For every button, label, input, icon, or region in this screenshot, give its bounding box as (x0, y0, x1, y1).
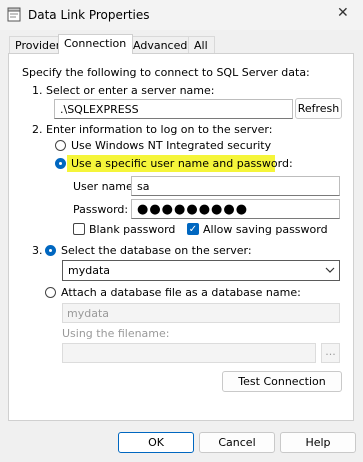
help-button[interactable]: Help (280, 432, 356, 453)
tab-advanced[interactable]: Advanced (127, 36, 195, 53)
blank-password-checkbox[interactable] (73, 223, 85, 235)
allow-saving-label: Allow saving password (203, 223, 328, 236)
allow-saving-checkbox[interactable]: ✓ (187, 223, 199, 235)
refresh-button[interactable]: Refresh (295, 98, 342, 119)
filename-label: Using the filename: (62, 327, 170, 340)
tab-all[interactable]: All (188, 36, 215, 53)
step1-label: 1. Select or enter a server name: (32, 84, 215, 97)
tab-connection[interactable]: Connection (58, 34, 134, 54)
windows-auth-radio[interactable] (55, 140, 66, 151)
select-db-radio[interactable] (45, 245, 56, 256)
blank-password-label: Blank password (89, 223, 176, 236)
browse-button[interactable]: ... (321, 343, 340, 363)
intro-text: Specify the following to connect to SQL … (22, 66, 310, 79)
data-link-app-icon (7, 7, 21, 22)
step2-label: 2. Enter information to log on to the se… (32, 123, 273, 136)
attach-db-label: Attach a database file as a database nam… (61, 286, 301, 299)
cancel-button[interactable]: Cancel (199, 432, 275, 453)
database-select[interactable]: mydata (62, 260, 340, 281)
chevron-down-icon (325, 267, 335, 273)
attach-name-input[interactable]: mydata (62, 303, 340, 323)
filename-input[interactable] (62, 343, 316, 363)
specific-user-label: Use a specific user name and password: (71, 157, 293, 170)
ok-button[interactable]: OK (118, 432, 194, 453)
server-name-input[interactable]: .\SQLEXPRESS (54, 99, 293, 119)
step3-number: 3. (32, 244, 43, 257)
password-input[interactable]: ●●●●●●●●● (131, 199, 340, 219)
window-title: Data Link Properties (28, 8, 150, 22)
attach-name-value: mydata (67, 307, 110, 320)
attach-db-radio[interactable] (45, 287, 56, 298)
specific-user-radio[interactable] (55, 158, 66, 169)
username-value: sa (137, 180, 150, 193)
username-label: User name: (73, 180, 137, 193)
password-label: Password: (73, 203, 129, 216)
windows-auth-label: Use Windows NT Integrated security (71, 139, 272, 152)
close-icon[interactable]: ✕ (337, 5, 349, 21)
test-connection-button[interactable]: Test Connection (222, 371, 342, 392)
password-value: ●●●●●●●●● (137, 202, 249, 217)
database-value: mydata (68, 264, 111, 277)
select-db-label: Select the database on the server: (61, 244, 252, 257)
server-name-value: .\SQLEXPRESS (60, 103, 139, 116)
username-input[interactable]: sa (131, 176, 340, 196)
